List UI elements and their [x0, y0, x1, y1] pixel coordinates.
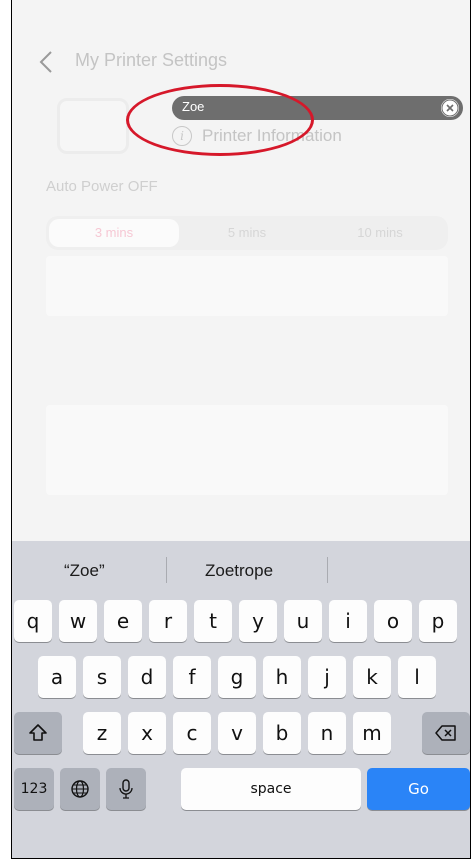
key-g[interactable]: g	[218, 656, 256, 698]
dictation-key[interactable]	[106, 768, 146, 810]
key-f[interactable]: f	[173, 656, 211, 698]
key-e[interactable]: e	[104, 600, 142, 642]
back-button[interactable]	[38, 50, 54, 74]
printer-image	[57, 98, 129, 154]
key-t[interactable]: t	[194, 600, 232, 642]
key-z[interactable]: z	[83, 712, 121, 754]
key-h[interactable]: h	[263, 656, 301, 698]
key-l[interactable]: l	[398, 656, 436, 698]
key-v[interactable]: v	[218, 712, 256, 754]
numbers-key[interactable]: 123	[14, 768, 54, 810]
shift-icon	[29, 724, 47, 741]
back-chevron-icon	[39, 51, 52, 73]
delete-icon	[435, 725, 456, 741]
globe-key[interactable]	[60, 768, 100, 810]
delete-key[interactable]	[422, 712, 470, 754]
microphone-icon	[119, 779, 133, 799]
clear-text-button[interactable]	[441, 99, 459, 117]
go-key[interactable]: Go	[367, 768, 470, 810]
key-o[interactable]: o	[374, 600, 412, 642]
key-x[interactable]: x	[128, 712, 166, 754]
suggestion-zoetrope[interactable]: Zoetrope	[205, 561, 273, 581]
key-w[interactable]: w	[59, 600, 97, 642]
key-d[interactable]: d	[128, 656, 166, 698]
key-j[interactable]: j	[308, 656, 346, 698]
space-key[interactable]: space	[181, 768, 361, 810]
key-m[interactable]: m	[353, 712, 391, 754]
onscreen-keyboard: “Zoe” Zoetrope q w e r t y u i o p a s d…	[12, 541, 470, 858]
key-s[interactable]: s	[83, 656, 121, 698]
globe-icon	[71, 780, 89, 798]
key-q[interactable]: q	[14, 600, 52, 642]
suggestion-divider	[166, 557, 167, 583]
key-u[interactable]: u	[284, 600, 322, 642]
segment-3-mins[interactable]: 3 mins	[49, 219, 179, 247]
suggestion-bar: “Zoe” Zoetrope	[12, 541, 470, 599]
segment-5-mins[interactable]: 5 mins	[182, 219, 312, 247]
shift-key[interactable]	[14, 712, 62, 754]
auto-power-off-label: Auto Power OFF	[46, 178, 158, 195]
key-n[interactable]: n	[308, 712, 346, 754]
highlight-annotation-ellipse	[126, 84, 314, 156]
key-y[interactable]: y	[239, 600, 277, 642]
key-r[interactable]: r	[149, 600, 187, 642]
auto-power-off-segmented-control: 3 mins 5 mins 10 mins	[46, 216, 448, 250]
key-c[interactable]: c	[173, 712, 211, 754]
page-title: My Printer Settings	[75, 50, 228, 70]
key-k[interactable]: k	[353, 656, 391, 698]
key-b[interactable]: b	[263, 712, 301, 754]
app-frame: My Printer Settings Zoe i Printer Inform…	[11, 0, 471, 859]
suggestion-divider	[327, 557, 328, 583]
key-p[interactable]: p	[419, 600, 457, 642]
clear-circle-icon	[441, 99, 459, 117]
settings-card	[46, 405, 448, 495]
key-a[interactable]: a	[38, 656, 76, 698]
key-i[interactable]: i	[329, 600, 367, 642]
settings-card	[46, 256, 448, 316]
navigation-bar: My Printer Settings	[12, 40, 470, 84]
suggestion-quoted[interactable]: “Zoe”	[64, 561, 105, 581]
segment-10-mins[interactable]: 10 mins	[315, 219, 445, 247]
